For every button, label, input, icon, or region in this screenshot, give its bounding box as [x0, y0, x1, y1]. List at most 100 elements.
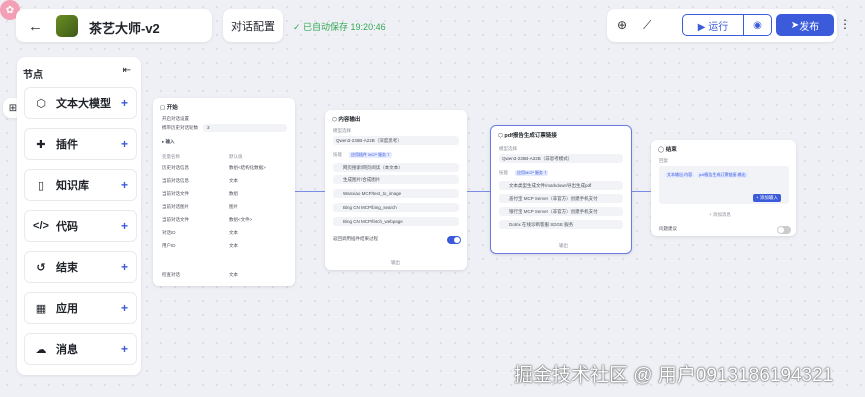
- start-node[interactable]: ▢ 开始 开启对话设置 携带历史对话轮数 3 ▸ 输入 变量名称 默认值 历史对…: [153, 98, 295, 286]
- grid-icon: ▦: [35, 302, 47, 315]
- row-key: 对话ID: [162, 230, 176, 235]
- run-button[interactable]: ▶ 运行 ◉: [682, 14, 772, 36]
- add-message-button[interactable]: + 添加消息: [709, 212, 731, 218]
- puzzle-icon: ✚: [36, 138, 46, 151]
- end-node[interactable]: ◯ 结束 回复 文本输出.内容 pdf报告生成订票链接.输出 + 添加输入 + …: [651, 140, 796, 236]
- node-title-text: 开始: [166, 105, 178, 111]
- collapse-icon[interactable]: ⇤: [123, 65, 131, 76]
- input-label: ▸ 输入: [162, 139, 175, 144]
- node-title-text: 结束: [665, 147, 677, 153]
- message-icon: ☁: [35, 343, 47, 356]
- publish-label: 发布: [799, 21, 820, 33]
- sidebar-title: 节点: [23, 70, 43, 81]
- watermark: 掘金技术社区 @ 用户0913186194321: [514, 365, 834, 386]
- sidebar-item-label: 文本大模型: [56, 98, 111, 110]
- row-value: 数组<结构化数据>: [229, 165, 266, 170]
- row-value: 图片: [229, 204, 238, 209]
- row-key: 当前对话文件: [162, 217, 189, 222]
- model-value: Qwen3-235B-A22B（非思考模式）: [502, 156, 573, 161]
- mcp-node[interactable]: ⬡ pdf报告生成订票链接 模型选择 Qwen3-235B-A22B（非思考模式…: [490, 125, 632, 254]
- input-label-text: 输入: [165, 139, 175, 144]
- tool-name: 文本类型生成文件/markdown导出生成pdf: [509, 183, 592, 188]
- sidebar-item-message[interactable]: ☁ 消息 +: [24, 333, 137, 365]
- more-icon[interactable]: ⋮: [839, 17, 851, 31]
- row-key: 当前对话图片: [162, 204, 189, 209]
- row-value: 文本: [229, 230, 238, 235]
- sidebar-item-code[interactable]: </> 代码 +: [24, 210, 137, 242]
- add-icon[interactable]: +: [121, 342, 128, 356]
- sidebar-item-label: 插件: [56, 139, 78, 151]
- row-key: 当前对话文件: [162, 191, 189, 196]
- row-key: 检查对话: [162, 272, 180, 277]
- analytics-icon[interactable]: ⟋: [643, 18, 651, 33]
- add-input-button[interactable]: + 添加输入: [753, 194, 781, 202]
- add-icon[interactable]: +: [121, 137, 128, 151]
- tools-chip[interactable]: 应用MCP 服务 T: [515, 170, 549, 176]
- model-value: Qwen3-235B-A22B（深度思考）: [336, 138, 402, 143]
- edge-llm-mcp: [467, 191, 490, 192]
- tools-label: 技能: [499, 170, 508, 175]
- back-arrow-icon[interactable]: ←: [28, 18, 43, 35]
- edge-mcp-end: [632, 191, 651, 192]
- col-var: 变量名称: [162, 154, 180, 159]
- llm-node[interactable]: ⬡ 内容输出 模型选择 Qwen3-235B-A22B（深度思考） 技能 应用插…: [325, 110, 467, 270]
- node-title: ⬡ pdf报告生成订票链接: [498, 133, 557, 139]
- row-key: 当前对话信息: [162, 178, 189, 183]
- history-label: 携带历史对话轮数: [162, 125, 198, 130]
- send-icon: ➤: [790, 19, 800, 31]
- add-icon[interactable]: +: [121, 219, 128, 233]
- sidebar-item-end[interactable]: ↺ 结束 +: [24, 251, 137, 283]
- publish-button[interactable]: ➤ 发布: [776, 14, 834, 36]
- preview-toggle-icon[interactable]: ◉: [744, 20, 771, 31]
- add-icon[interactable]: +: [121, 260, 128, 274]
- tool-name: Bing CN MCP/bing_search: [343, 205, 397, 210]
- suggest-toggle[interactable]: [777, 226, 791, 234]
- row-value: 数组<文件>: [229, 217, 253, 222]
- process-toggle[interactable]: [447, 236, 461, 244]
- toggle-label: 返回调用插件结果过程: [333, 236, 378, 241]
- toolbar: ⊕ ⟋ ▶ 运行 ◉ ➤ 发布 ⋮: [607, 9, 851, 42]
- tools-chip[interactable]: 应用插件 MCP 服务 T: [349, 152, 392, 158]
- end-icon: ↺: [36, 261, 46, 274]
- tool-name: 盖付宝 MCP Server（非官方）创建手机支付: [509, 196, 598, 201]
- tools-label: 技能: [333, 152, 342, 157]
- history-input[interactable]: [203, 124, 287, 132]
- tool-name: 生成图片/合成图片: [343, 177, 381, 182]
- tool-name: 网页搜索/网页阅读（本文本）: [343, 165, 403, 170]
- sidebar-item-label: 应用: [56, 303, 78, 315]
- model-label: 模型选择: [333, 128, 351, 133]
- history-value: 3: [207, 125, 210, 130]
- tool-name: Bing CN MCP/fetch_webpage: [343, 219, 403, 224]
- node-sidebar: 节点 ⇤ ⬡ 文本大模型 + ✚ 插件 + ▯ 知识库 + </> 代码 + ↺ 结束 + ▦ 应用 +…: [17, 57, 141, 375]
- dialog-config-button[interactable]: 对话配置: [223, 9, 283, 42]
- sidebar-item-llm[interactable]: ⬡ 文本大模型 +: [24, 87, 137, 119]
- row-value: 文本: [229, 272, 238, 277]
- sidebar-item-label: 结束: [56, 262, 78, 274]
- add-icon[interactable]: +: [121, 301, 128, 315]
- sidebar-item-app[interactable]: ▦ 应用 +: [24, 292, 137, 324]
- model-label: 模型选择: [499, 146, 517, 151]
- reply-label: 回复: [659, 158, 668, 163]
- app-title: 茶艺大师-v2: [89, 21, 160, 36]
- edge-start-llm: [295, 191, 325, 192]
- start-sub: 开启对话设置: [162, 116, 189, 121]
- add-icon[interactable]: +: [121, 96, 128, 110]
- globe-icon[interactable]: ⊕: [617, 18, 627, 32]
- book-icon: ▯: [37, 179, 45, 192]
- row-value: 文本: [229, 243, 238, 248]
- tool-name: 银行宝 MCP Server（非官方）创建手机支付: [509, 209, 598, 214]
- play-icon: ▶: [697, 21, 709, 33]
- tool-name: Wanxiao MCP/text_to_image: [343, 191, 402, 196]
- col-type: 默认值: [229, 154, 243, 159]
- var-chip[interactable]: pdf报告生成订票链接.输出: [697, 172, 748, 178]
- node-title: ◯ 结束: [658, 147, 677, 153]
- cube-icon: ⬡: [36, 97, 46, 110]
- app-logo: [56, 15, 78, 37]
- sidebar-item-knowledge[interactable]: ▯ 知识库 +: [24, 169, 137, 201]
- add-icon[interactable]: +: [121, 178, 128, 192]
- node-title: ▢ 开始: [160, 105, 178, 111]
- sidebar-item-plugin[interactable]: ✚ 插件 +: [24, 128, 137, 160]
- row-value: 数组: [229, 191, 238, 196]
- var-chip[interactable]: 文本输出.内容: [665, 172, 695, 178]
- node-title-text: pdf报告生成订票链接: [504, 133, 557, 139]
